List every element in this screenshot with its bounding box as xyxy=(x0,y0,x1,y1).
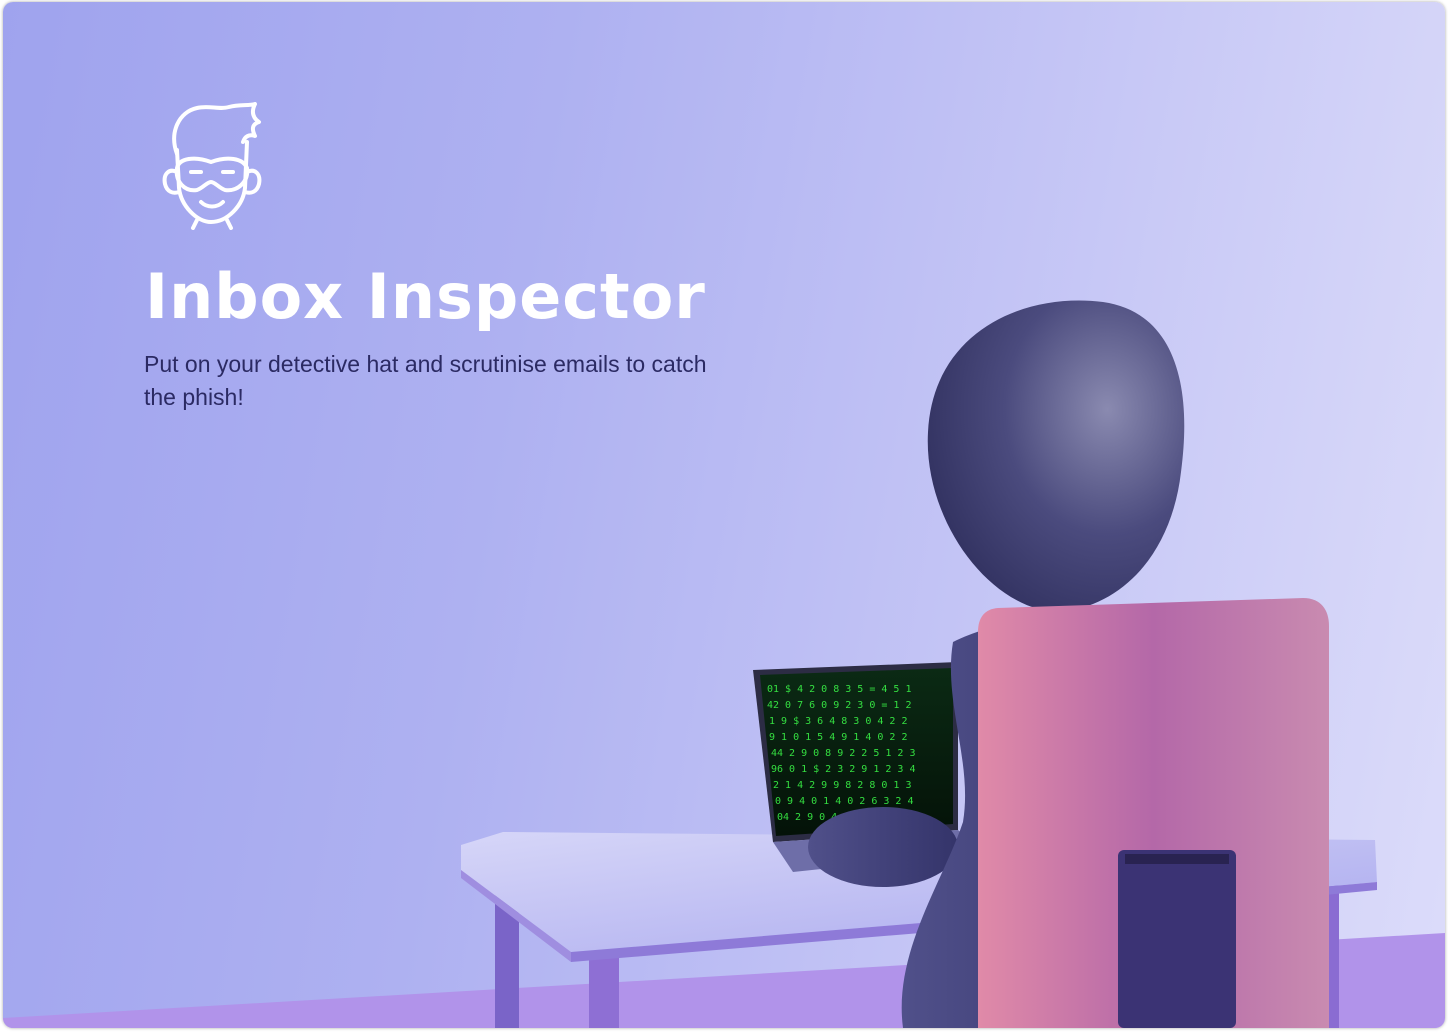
svg-text:42 0 7 6 0 9 2 3 0 = 1 2: 42 0 7 6 0 9 2 3 0 = 1 2 xyxy=(767,700,912,711)
page-subtitle: Put on your detective hat and scrutinise… xyxy=(144,351,707,410)
svg-text:9 1 0 1 5 4 9 1 4 0 2 2: 9 1 0 1 5 4 9 1 4 0 2 2 xyxy=(769,732,907,743)
matrix-code-pattern: 01 $ 4 2 0 8 3 5 = 4 5 1 42 0 7 6 0 9 2 … xyxy=(767,684,916,823)
svg-text:01 $ 4 2 0 8 3 5 = 4 5 1: 01 $ 4 2 0 8 3 5 = 4 5 1 xyxy=(767,684,912,695)
hero-card: 01 $ 4 2 0 8 3 5 = 4 5 1 42 0 7 6 0 9 2 … xyxy=(3,2,1445,1028)
svg-text:0 9 4 0 1 4 0 2 6 3 2 4: 0 9 4 0 1 4 0 2 6 3 2 4 xyxy=(775,796,913,807)
svg-text:2 1 4 2 9 9 8 2 8 0 1 3: 2 1 4 2 9 9 8 2 8 0 1 3 xyxy=(773,780,911,791)
detective-mask-face-icon xyxy=(162,102,262,230)
svg-text:1 9 $ 3 6 4 8 3 0 4 2 2: 1 9 $ 3 6 4 8 3 0 4 2 2 xyxy=(769,716,907,727)
page-title: Inbox Inspector xyxy=(145,260,706,333)
svg-text:96 0 1 $ 2 3 2 9 1 2 3 4: 96 0 1 $ 2 3 2 9 1 2 3 4 xyxy=(771,764,916,775)
svg-text:44 2 9 0 8 9 2 2 5 1 2 3: 44 2 9 0 8 9 2 2 5 1 2 3 xyxy=(771,748,916,759)
